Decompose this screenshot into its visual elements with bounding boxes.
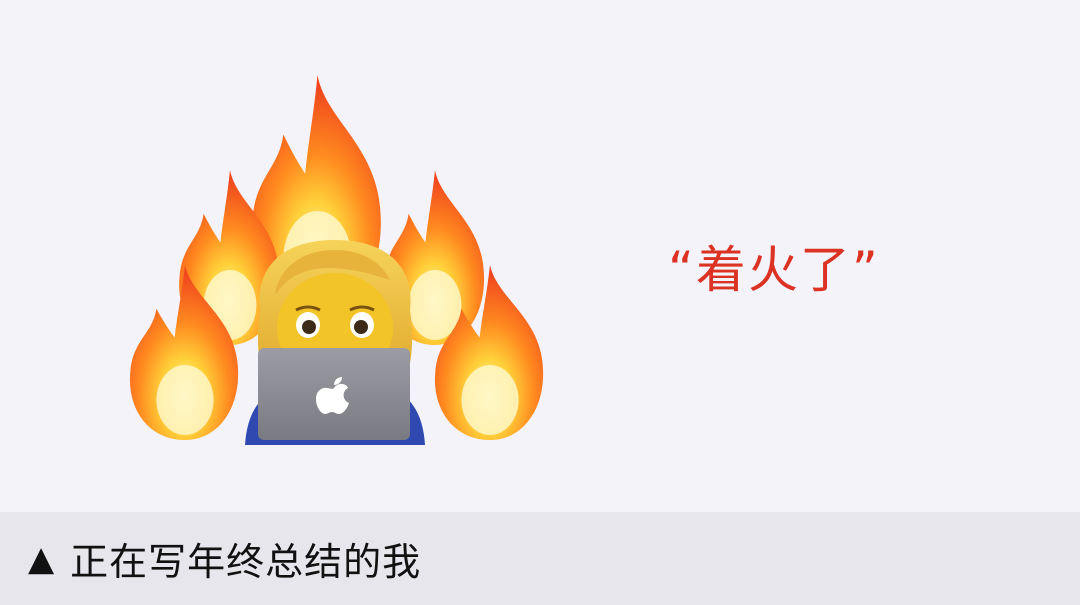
illustration [129,75,544,445]
laptop-icon [258,348,410,440]
meme-stage: “着火了” [0,0,1080,512]
caption-text: 正在写年终总结的我 [70,540,422,584]
quote-text: “着火了” [668,241,880,299]
triangle-up-icon: ▲ [28,538,55,579]
caption-bar: ▲ 正在写年终总结的我 [0,512,1080,605]
